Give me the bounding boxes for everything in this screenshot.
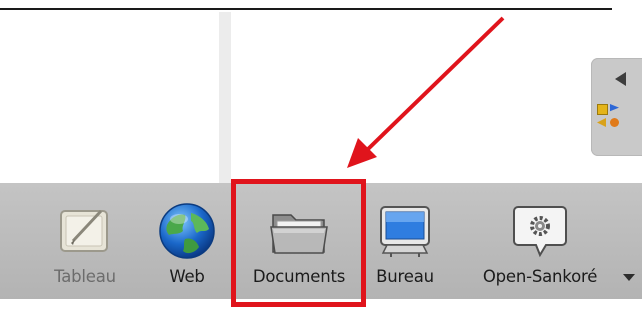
toolbar-item-label: Tableau [54,267,116,286]
collapse-left-icon[interactable] [615,72,626,86]
toolbar-item-bureau[interactable]: Bureau [370,183,440,299]
vertical-divider-strip [219,12,231,184]
monitor-icon [373,199,437,263]
top-rule-divider [0,8,612,10]
annotation-highlight-box [231,179,366,307]
toolbar-item-label: Bureau [376,267,434,286]
whiteboard-pen-icon [53,199,117,263]
settings-gear-bubble-icon [508,199,572,263]
screenshot-root: Tableau Web Documents Bureau Open-Sankor… [0,0,642,316]
toolbar-item-open-sankore[interactable]: Open-Sankoré [470,183,610,299]
toolbar-item-label: Web [169,267,205,286]
toolbar-item-web[interactable]: Web [142,183,232,299]
speaker-mini-icon[interactable] [597,118,606,127]
star-mini-icon[interactable] [610,118,619,127]
toolbar-item-tableau[interactable]: Tableau [40,183,130,299]
folder-mini-icon[interactable] [597,104,608,115]
side-tool-palette[interactable] [591,58,642,156]
toolbar-item-label: Open-Sankoré [482,267,598,286]
globe-icon [155,199,219,263]
flag-mini-icon[interactable] [610,104,619,112]
chevron-down-icon[interactable] [623,274,635,281]
